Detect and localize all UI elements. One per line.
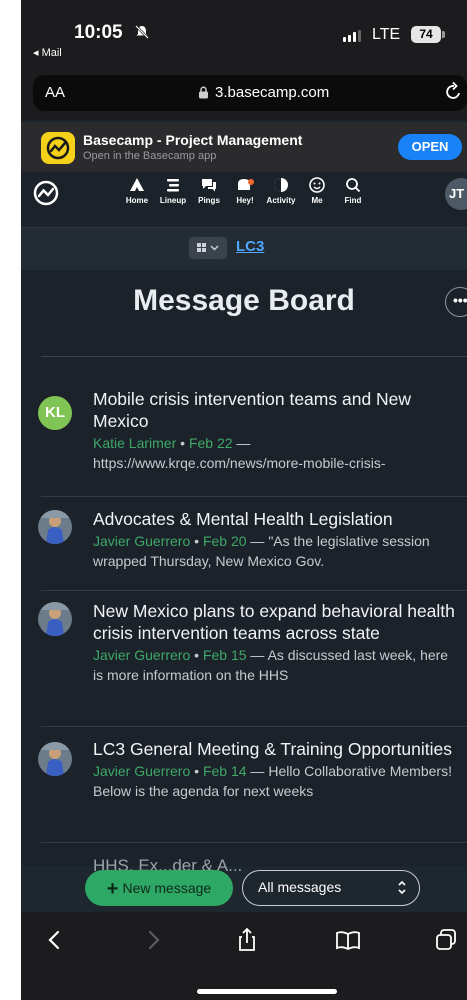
message-filter-select[interactable]: All messages (242, 870, 420, 906)
activity-icon (274, 178, 288, 192)
plus-icon: + (106, 878, 119, 900)
reload-icon[interactable] (444, 80, 464, 107)
me-icon (309, 177, 325, 193)
message-author: Katie Larimer (93, 435, 177, 451)
message-subject[interactable]: LC3 General Meeting & Training Opportuni… (93, 738, 461, 760)
banner-title: Basecamp - Project Management (83, 132, 303, 148)
browser-toolbar (21, 912, 467, 1000)
lock-icon (199, 86, 208, 99)
tabs-icon[interactable] (433, 926, 461, 954)
text-size-button[interactable]: AA (45, 84, 65, 101)
nav-label: Lineup (159, 196, 187, 205)
nav-item-pings[interactable]: Pings (193, 176, 225, 205)
signal-strength-icon (343, 30, 361, 42)
home-indicator (197, 989, 337, 994)
message-author: Javier Guerrero (93, 647, 191, 663)
message-excerpt: https://www.krqe.com/news/more-mobile-cr… (93, 455, 386, 471)
divider (41, 496, 467, 497)
hey-icon (238, 179, 254, 190)
divider (41, 590, 467, 591)
app-banner: Basecamp - Project Management Open in th… (21, 122, 467, 172)
user-avatar[interactable]: JT (445, 178, 467, 210)
message-date: Feb 14 (202, 763, 247, 779)
open-app-button[interactable]: OPEN (398, 134, 462, 160)
project-switcher-button[interactable] (189, 237, 227, 259)
divider (41, 356, 467, 357)
battery-icon: 74 (411, 26, 441, 43)
divider (41, 726, 467, 727)
nav-label: Home (125, 196, 149, 205)
author-avatar (38, 602, 72, 636)
clock: 10:05 (74, 22, 123, 43)
nav-label: Me (311, 196, 323, 205)
message-date: Feb 15 (202, 647, 247, 663)
message-meta: Javier Guerrero • Feb 20 — "As the legis… (93, 533, 430, 569)
message-author: Javier Guerrero (93, 533, 191, 549)
grid-icon (197, 243, 219, 252)
nav-label: Hey! (236, 196, 254, 205)
new-message-button[interactable]: + New message (85, 870, 233, 906)
share-icon[interactable] (233, 926, 261, 954)
lineup-icon (167, 179, 179, 192)
message-date: Feb 22 (188, 435, 233, 451)
message-meta: Javier Guerrero • Feb 14 — Hello Collabo… (93, 763, 452, 799)
project-link[interactable]: LC3 (236, 238, 264, 255)
bookmarks-icon[interactable] (334, 926, 362, 954)
phone-screen: 10:05 ◂ Mail LTE 74 AA 3.basecamp.com Ba… (21, 0, 467, 1000)
message-subject[interactable]: Advocates & Mental Health Legislation (93, 508, 461, 530)
message-meta: Javier Guerrero • Feb 15 — As discussed … (93, 647, 449, 683)
nav-item-activity[interactable]: Activity (265, 176, 297, 205)
banner-subtitle: Open in the Basecamp app (83, 150, 217, 162)
message-subject[interactable]: New Mexico plans to expand behavioral he… (93, 600, 461, 644)
home-icon (130, 178, 144, 191)
browser-address-area: AA 3.basecamp.com (21, 70, 467, 120)
divider (41, 842, 467, 843)
basecamp-logo-icon[interactable] (31, 178, 61, 208)
project-bar: LC3 (21, 228, 467, 270)
network-type: LTE (372, 26, 401, 43)
nav-label: Find (344, 196, 362, 205)
message-author: Javier Guerrero (93, 763, 191, 779)
message-board: Message Board ••• KL Mobile crisis inter… (21, 270, 467, 870)
select-caret-icon (397, 871, 407, 917)
nav-item-home[interactable]: Home (121, 176, 153, 205)
author-avatar: KL (38, 396, 72, 430)
new-message-label: New message (122, 880, 212, 896)
status-bar: 10:05 ◂ Mail LTE 74 (21, 0, 467, 70)
battery-tip (442, 31, 445, 38)
message-date: Feb 20 (202, 533, 247, 549)
find-icon (346, 178, 361, 193)
message-actions-bar: HHS, Ex...der & A... + New message All me… (21, 856, 467, 912)
author-avatar (38, 742, 72, 776)
address-bar[interactable]: AA 3.basecamp.com (33, 75, 467, 111)
basecamp-navbar: Home Lineup Pings Hey! Activity Me Find … (21, 172, 467, 228)
basecamp-app-icon (41, 132, 75, 164)
nav-item-hey[interactable]: Hey! (229, 176, 261, 205)
message-subject[interactable]: Mobile crisis intervention teams and New… (93, 388, 461, 432)
nav-label: Pings (198, 196, 220, 205)
author-avatar (38, 510, 72, 544)
silent-bell-icon (135, 25, 149, 42)
nav-item-find[interactable]: Find (337, 176, 369, 205)
more-options-button[interactable]: ••• (445, 287, 467, 317)
back-to-mail-link[interactable]: ◂ Mail (33, 46, 62, 59)
nav-item-lineup[interactable]: Lineup (157, 176, 189, 205)
url-domain[interactable]: 3.basecamp.com (215, 84, 329, 101)
filter-selected-value: All messages (258, 879, 342, 895)
page-title: Message Board (133, 284, 355, 317)
message-meta: Katie Larimer • Feb 22 — https://www.krq… (93, 435, 386, 471)
back-icon[interactable] (41, 926, 69, 954)
nav-item-me[interactable]: Me (301, 176, 333, 205)
pings-icon (202, 179, 216, 192)
forward-icon[interactable] (139, 926, 167, 954)
nav-items: Home Lineup Pings Hey! Activity Me Find (121, 176, 369, 205)
nav-label: Activity (266, 196, 296, 205)
